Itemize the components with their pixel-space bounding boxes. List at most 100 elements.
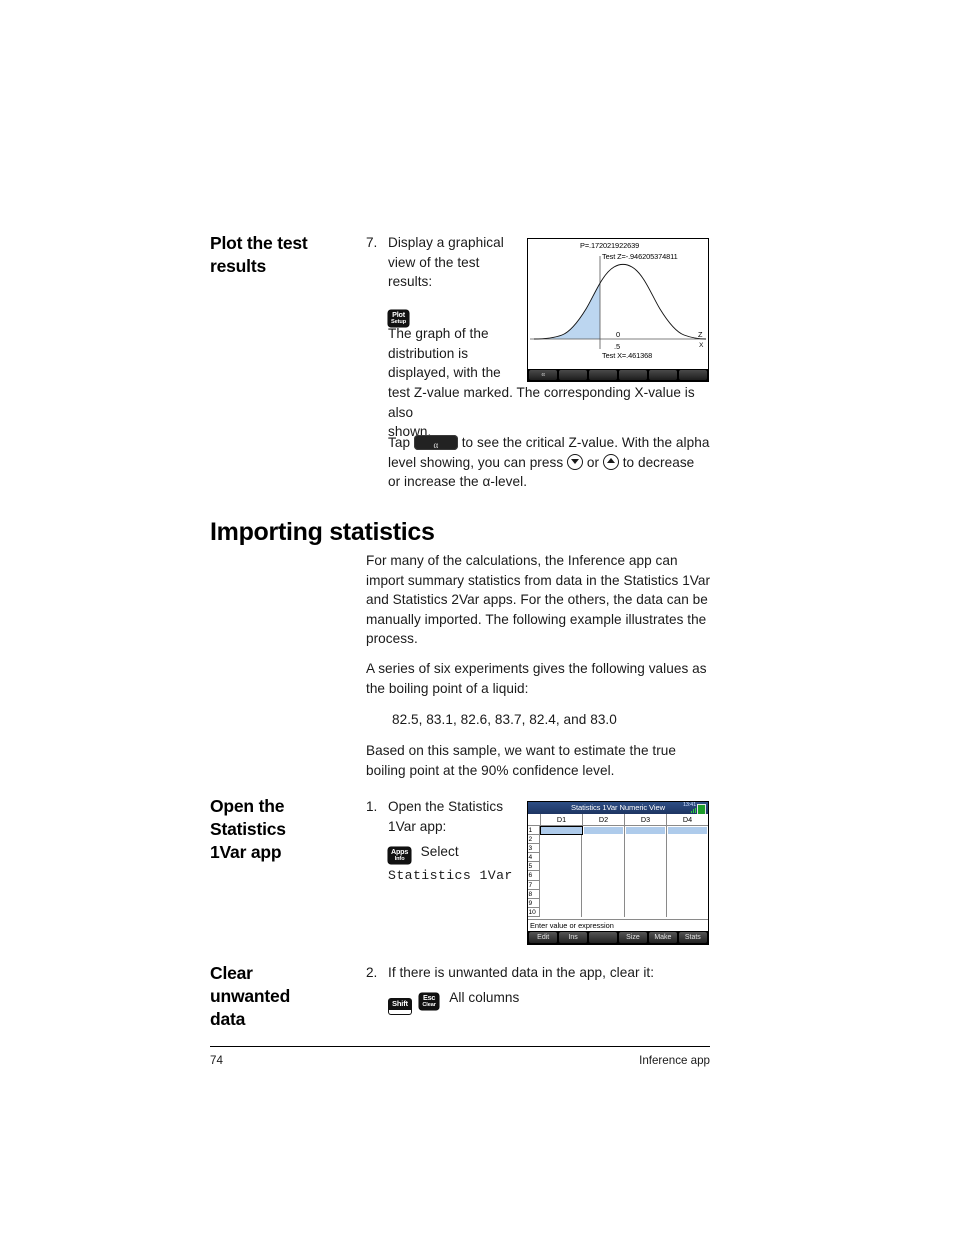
cell-d2-8[interactable] <box>582 889 625 899</box>
importing-paragraph-2: A series of six experiments gives the fo… <box>366 661 707 696</box>
cell-d3-5[interactable] <box>625 862 667 872</box>
plot-softkey-2[interactable] <box>558 370 588 380</box>
cell-d4-7[interactable] <box>667 881 708 890</box>
importing-paragraph-3: Based on this sample, we want to estimat… <box>366 743 677 778</box>
step-1: 1. Open the Statistics 1Var app: Apps In… <box>366 797 516 883</box>
plot-softkey-6[interactable] <box>678 370 708 380</box>
cell-d4-9[interactable] <box>667 899 708 908</box>
apps-key-line: Apps Info Select <box>388 842 516 865</box>
entry-line[interactable]: Enter value or expression <box>528 919 708 931</box>
plot-softkey-3[interactable] <box>588 370 618 380</box>
spreadsheet-grid[interactable]: D1 D2 D3 D4 1 2 3 4 5 6 7 8 9 10 <box>528 814 708 917</box>
step-2-text: If there is unwanted data in the app, cl… <box>388 965 655 980</box>
shift-key[interactable]: Shift <box>388 997 412 1015</box>
tap-prefix-text: Tap <box>388 435 411 450</box>
column-header-d4[interactable]: D4 <box>667 814 708 825</box>
plot-softkey-5[interactable] <box>648 370 678 380</box>
cell-d1-9[interactable] <box>540 898 583 908</box>
clear-key-line: Shift Esc Clear All columns <box>388 988 714 1015</box>
step-7: 7. Display a graphical view of the test … <box>366 233 512 327</box>
importing-data-values: 82.5, 83.1, 82.6, 83.7, 82.4, and 83.0 <box>392 712 617 727</box>
cell-d3-2[interactable] <box>625 835 667 845</box>
cell-d4-10[interactable] <box>667 908 708 917</box>
table-row: 2 <box>528 835 708 845</box>
cell-d3-6[interactable] <box>625 871 667 881</box>
cell-d1-4[interactable] <box>540 853 583 863</box>
sheet-title-bar: Statistics 1Var Numeric View 13:41 <box>528 802 708 815</box>
cell-d2-1[interactable] <box>583 826 625 836</box>
table-row: 9 <box>528 898 708 908</box>
cell-d4-3[interactable] <box>667 844 708 853</box>
cell-d2-4[interactable] <box>582 853 625 863</box>
cell-d4-2[interactable] <box>667 835 708 844</box>
app-name-mono: Statistics 1Var <box>388 868 513 884</box>
sheet-softkey-row: Edit Ins Size Make Stats <box>528 931 708 944</box>
softkey-stats[interactable]: Stats <box>678 932 708 943</box>
cell-d4-8[interactable] <box>667 890 708 899</box>
cell-d3-9[interactable] <box>625 898 667 908</box>
cell-d1-7[interactable] <box>540 880 583 890</box>
softkey-edit[interactable]: Edit <box>529 932 558 943</box>
row-header: 10 <box>528 907 540 917</box>
table-row: 5 <box>528 862 708 872</box>
arrow-down-key-icon[interactable] <box>567 453 584 470</box>
column-header-d3[interactable]: D3 <box>625 814 667 825</box>
plot-canvas: P=.172021922639 Test Z=-.946205374811 0 … <box>528 239 708 361</box>
sheet-title-text: Statistics 1Var Numeric View <box>571 803 665 812</box>
cell-d1-1[interactable] <box>540 826 583 836</box>
step-2-number: 2. <box>366 965 378 980</box>
cell-d1-5[interactable] <box>540 862 583 872</box>
softkey-size[interactable]: Size <box>618 932 648 943</box>
clear-action-label: All columns <box>449 989 520 1005</box>
cell-d3-4[interactable] <box>625 853 667 863</box>
column-header-d1[interactable]: D1 <box>541 814 583 825</box>
tap-alpha-paragraph: Tap α to see the critical Z-value. With … <box>388 433 710 492</box>
cell-d2-9[interactable] <box>582 898 625 908</box>
plot-softkey-4[interactable] <box>618 370 648 380</box>
cell-d2-2[interactable] <box>582 835 625 845</box>
cell-d1-3[interactable] <box>540 844 583 854</box>
cell-d4-1[interactable] <box>667 826 708 835</box>
cell-d2-5[interactable] <box>582 862 625 872</box>
plot-label-test-x: Test X=.461368 <box>602 351 653 360</box>
softkey-make[interactable]: Make <box>648 932 678 943</box>
step-7-intro: Display a graphical view of the test res… <box>388 235 504 290</box>
cell-d2-10[interactable] <box>582 907 625 917</box>
cell-d2-3[interactable] <box>582 844 625 854</box>
cell-d4-5[interactable] <box>667 862 708 871</box>
manual-page: Plot the test results 7. Display a graph… <box>0 0 954 1235</box>
cell-d3-8[interactable] <box>625 889 667 899</box>
alpha-softkey-chip[interactable]: α <box>413 435 458 450</box>
plot-label-half: .5 <box>614 342 620 351</box>
softkey-blank[interactable] <box>588 932 618 943</box>
graph-description-narrow: The graph of the distribution is displayed… <box>388 326 501 381</box>
cell-d2-6[interactable] <box>582 871 625 881</box>
arrow-up-key-icon[interactable] <box>602 453 619 470</box>
softkey-ins[interactable]: Ins <box>558 932 588 943</box>
side-heading-open-app: Open the Statistics 1Var app <box>210 796 286 862</box>
side-heading-plot-results: Plot the test results <box>210 233 308 276</box>
cell-d3-10[interactable] <box>625 907 667 917</box>
select-label: Select <box>420 844 459 860</box>
apps-info-key[interactable]: Apps Info <box>388 847 412 865</box>
cell-d1-2[interactable] <box>540 835 583 845</box>
side-heading-clear-data: Clear unwanted data <box>210 963 291 1029</box>
cell-d3-7[interactable] <box>625 880 667 890</box>
row-header: 8 <box>528 889 540 899</box>
column-header-d2[interactable]: D2 <box>583 814 625 825</box>
cell-d1-6[interactable] <box>540 871 583 881</box>
row-header: 6 <box>528 871 540 881</box>
plot-softkey-row: α <box>528 369 708 381</box>
cell-d1-8[interactable] <box>540 889 583 899</box>
cell-d1-10[interactable] <box>540 907 583 917</box>
row-header: 9 <box>528 898 540 908</box>
footer-chapter-title: Inference app <box>639 1054 710 1067</box>
cell-d3-1[interactable] <box>625 826 667 836</box>
cell-d2-7[interactable] <box>582 880 625 890</box>
table-row: 1 <box>528 826 708 836</box>
esc-clear-key[interactable]: Esc Clear <box>419 992 439 1010</box>
calculator-spreadsheet-screenshot: Statistics 1Var Numeric View 13:41 D1 D2… <box>527 801 709 945</box>
cell-d4-6[interactable] <box>667 871 708 880</box>
cell-d4-4[interactable] <box>667 853 708 862</box>
cell-d3-3[interactable] <box>625 844 667 854</box>
